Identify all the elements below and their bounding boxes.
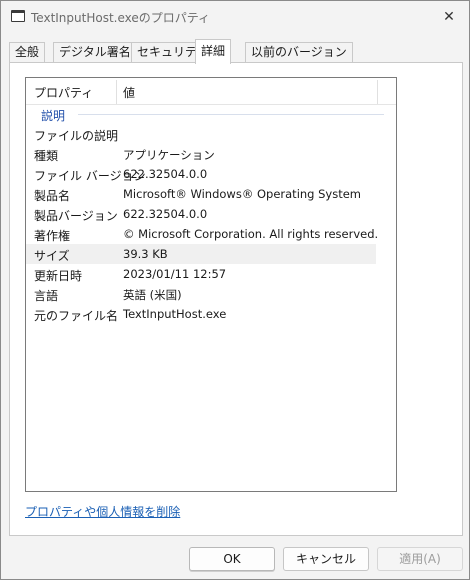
properties-dialog: TextInputHost.exeのプロパティ ✕ 全般 デジタル署名 セキュリ… [0,0,470,580]
window-title: TextInputHost.exeのプロパティ [31,11,211,25]
table-row[interactable]: 元のファイル名 TextInputHost.exe [26,304,396,324]
tab-details[interactable]: 詳細 [195,39,232,64]
property-value: アプリケーション [123,148,215,162]
details-list[interactable]: プロパティ 値 説明 ファイルの説明 種類 アプリケーション ファイル バージョ… [25,77,397,492]
table-row[interactable]: 種類 アプリケーション [26,144,396,164]
property-value: 622.32504.0.0 [123,167,208,181]
property-name: 著作権 [34,229,71,243]
table-row[interactable]: ファイル バージョン 622.32504.0.0 [26,164,396,184]
table-row[interactable]: 言語 英語 (米国) [26,284,396,304]
column-header-value[interactable]: 値 [123,84,135,101]
selection-highlight [26,244,376,264]
table-row[interactable]: 更新日時 2023/01/11 12:57 [26,264,396,284]
table-row-selected[interactable]: サイズ 39.3 KB [26,244,396,264]
property-rows: ファイルの説明 種類 アプリケーション ファイル バージョン 622.32504… [26,124,396,324]
table-row[interactable]: 著作権 © Microsoft Corporation. All rights … [26,224,396,244]
close-icon[interactable]: ✕ [439,7,459,27]
property-name: 元のファイル名 [34,309,119,323]
group-label: 説明 [41,109,66,123]
property-name: 種類 [34,149,59,163]
property-name: 言語 [34,289,59,303]
property-value: Microsoft® Windows® Operating System [123,187,362,201]
title-bar: TextInputHost.exeのプロパティ ✕ [1,1,469,33]
tab-general[interactable]: 全般 [9,42,46,63]
tab-previous-versions[interactable]: 以前のバージョン [245,42,353,63]
window-app-icon [11,10,25,22]
property-name: ファイルの説明 [34,129,119,143]
group-divider [78,114,384,115]
property-value: © Microsoft Corporation. All rights rese… [123,227,379,241]
tab-strip: 全般 デジタル署名 セキュリティ 詳細 以前のバージョン [9,39,463,64]
property-name: 製品バージョン [34,209,118,223]
table-row[interactable]: 製品名 Microsoft® Windows® Operating System [26,184,396,204]
column-divider[interactable] [377,80,378,104]
property-value: 英語 (米国) [123,288,182,302]
property-name: 更新日時 [34,269,83,283]
group-header-description[interactable]: 説明 [26,106,396,124]
ok-button[interactable]: OK [189,547,275,571]
list-header: プロパティ 値 [26,78,396,105]
cancel-button[interactable]: キャンセル [283,547,369,571]
tab-digital-signatures[interactable]: デジタル署名 [53,42,137,63]
details-panel: プロパティ 値 説明 ファイルの説明 種類 アプリケーション ファイル バージョ… [9,62,463,536]
apply-button[interactable]: 適用(A) [377,547,463,571]
column-header-property[interactable]: プロパティ [34,84,114,101]
property-name: サイズ [34,249,70,263]
property-value: 2023/01/11 12:57 [123,267,227,281]
property-value: TextInputHost.exe [123,307,227,321]
table-row[interactable]: 製品バージョン 622.32504.0.0 [26,204,396,224]
column-divider[interactable] [116,80,117,104]
table-row[interactable]: ファイルの説明 [26,124,396,144]
property-value: 622.32504.0.0 [123,207,208,221]
property-value: 39.3 KB [123,247,168,261]
property-name: 製品名 [34,189,71,203]
remove-properties-link[interactable]: プロパティや個人情報を削除 [25,503,180,520]
